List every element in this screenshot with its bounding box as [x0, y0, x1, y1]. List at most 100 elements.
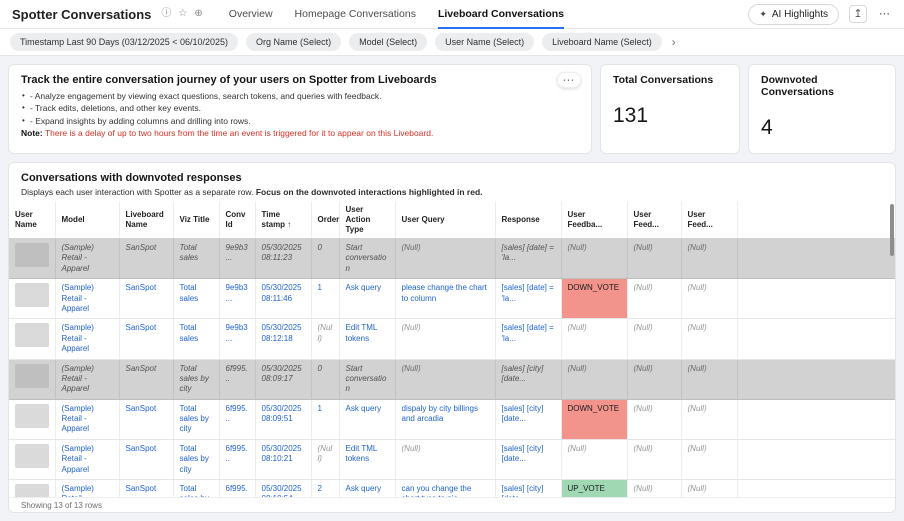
cell-model: (Sample) Retail - Apparel — [55, 239, 119, 279]
ai-highlights-label: AI Highlights — [772, 9, 828, 20]
export-icon[interactable]: ↥ — [849, 5, 867, 23]
star-icon[interactable]: ☆ — [178, 9, 187, 19]
cell-user-action-type-value[interactable]: Edit TML tokens — [346, 444, 378, 463]
ai-highlights-button[interactable]: ✦ AI Highlights — [748, 4, 839, 25]
timestamp-date[interactable]: 05/30/2025 — [262, 404, 305, 414]
column-header-user-feed[interactable]: User Feed... — [627, 202, 681, 239]
cell-user-action-type: Start conversation — [339, 239, 395, 279]
cell-liveboard-name-value[interactable]: SanSpot — [126, 444, 157, 453]
cell-liveboard-name: SanSpot — [119, 239, 173, 279]
vertical-scrollbar-thumb[interactable] — [890, 204, 894, 256]
column-header-response[interactable]: Response — [495, 202, 561, 239]
cell-user-action-type-value[interactable]: Ask query — [346, 484, 382, 493]
cell-user-action-type-value[interactable]: Ask query — [346, 404, 382, 413]
cell-conv-id-value[interactable]: 9e9b3... — [226, 283, 248, 302]
filter-chip-liveboard[interactable]: Liveboard Name (Select) — [542, 33, 662, 51]
filter-chip-org[interactable]: Org Name (Select) — [246, 33, 341, 51]
timestamp-date[interactable]: 05/30/2025 — [262, 484, 305, 494]
filter-chip-timestamp[interactable]: Timestamp Last 90 Days (03/12/2025 < 06/… — [10, 33, 238, 51]
filter-chip-model[interactable]: Model (Select) — [349, 33, 427, 51]
filter-chip-user[interactable]: User Name (Select) — [435, 33, 534, 51]
cell-conv-id-value[interactable]: 9e9b3... — [226, 323, 248, 342]
cell-user-feedback-3-value: (Null) — [688, 364, 707, 373]
cell-response-value[interactable]: [sales] [date] = 'la... — [502, 283, 554, 302]
cell-user-feedback-2: (Null) — [627, 239, 681, 279]
cell-model-value[interactable]: (Sample) Retail - Apparel — [62, 444, 94, 474]
timestamp-time[interactable]: 08:11:46 — [262, 294, 305, 304]
cell-response-value[interactable]: [sales] [city] [date... — [502, 444, 544, 463]
info-icon[interactable]: ⓘ — [161, 9, 171, 19]
cell-conv-id: 9e9b3... — [219, 239, 255, 279]
cell-user-query-value[interactable]: dispaly by city billings and arcadia — [402, 404, 478, 423]
cell-response-value[interactable]: [sales] [date] = 'la... — [502, 323, 554, 342]
timestamp-date[interactable]: 05/30/2025 — [262, 323, 305, 333]
cell-response: [sales] [date] = 'la... — [495, 239, 561, 279]
column-header-viz-title[interactable]: Viz Title — [173, 202, 219, 239]
cell-user-query: (Null) — [395, 439, 495, 479]
column-header-user-feed[interactable]: User Feed... — [681, 202, 737, 239]
tab-overview[interactable]: Overview — [229, 0, 273, 29]
cell-viz-title-value[interactable]: Total sales — [180, 283, 199, 302]
cell-user-feedback-value: (Null) — [568, 364, 587, 373]
top-row: Track the entire conversation journey of… — [8, 64, 896, 154]
cell-order: 0 — [311, 239, 339, 279]
cell-order-value[interactable]: 2 — [318, 484, 322, 493]
cell-conv-id: 9e9b3... — [219, 279, 255, 319]
cell-user-action-type-value[interactable]: Ask query — [346, 283, 382, 292]
cell-viz-title-value[interactable]: Total sales by city — [180, 444, 209, 474]
cell-user-feedback-3: (Null) — [681, 359, 737, 399]
timestamp-date[interactable]: 05/30/2025 — [262, 283, 305, 293]
schedule-icon[interactable]: ⊕ — [194, 9, 202, 19]
column-header-label: Conv Id — [226, 210, 246, 229]
cell-user-query-value[interactable]: please change the chart to column — [402, 283, 487, 302]
cell-user-action-type-value[interactable]: Edit TML tokens — [346, 323, 378, 342]
tab-liveboard-conversations[interactable]: Liveboard Conversations — [438, 0, 564, 29]
filter-overflow-chevron[interactable]: › — [672, 36, 676, 48]
column-header-user-query[interactable]: User Query — [395, 202, 495, 239]
cell-liveboard-name-value[interactable]: SanSpot — [126, 484, 157, 493]
cell-viz-title-value[interactable]: Total sales by city — [180, 404, 209, 434]
cell-user-feedback-3: (Null) — [681, 439, 737, 479]
cell-filler — [737, 319, 895, 359]
topbar-actions: ✦ AI Highlights ↥ ⋯ — [748, 4, 892, 25]
column-header-user-action-type[interactable]: User Action Type — [339, 202, 395, 239]
column-header-liveboard-name[interactable]: Liveboard Name — [119, 202, 173, 239]
column-header-user-feedba[interactable]: User Feedba... — [561, 202, 627, 239]
column-header-time-stamp[interactable]: Time stamp ↑ — [255, 202, 311, 239]
cell-liveboard-name-value[interactable]: SanSpot — [126, 283, 157, 292]
table-body: (Sample) Retail - Apparel SanSpot Total sa… — [9, 239, 895, 514]
cell-response-value[interactable]: [sales] [city] [date... — [502, 404, 544, 423]
cell-user-query: please change the chart to column — [395, 279, 495, 319]
cell-viz-title: Total sales — [173, 319, 219, 359]
cell-liveboard-name-value[interactable]: SanSpot — [126, 404, 157, 413]
cell-model-value[interactable]: (Sample) Retail - Apparel — [62, 404, 94, 434]
info-note-label: Note: — [21, 128, 43, 138]
cell-order-value[interactable]: 1 — [318, 404, 322, 413]
cell-liveboard-name-value: SanSpot — [126, 364, 157, 373]
tab-homepage-conversations[interactable]: Homepage Conversations — [295, 0, 416, 29]
cell-liveboard-name-value[interactable]: SanSpot — [126, 323, 157, 332]
more-menu-button[interactable]: ⋯ — [877, 8, 892, 21]
cell-user-feedback: (Null) — [561, 359, 627, 399]
cell-model-value: (Sample) Retail - Apparel — [62, 364, 94, 394]
cell-order-value[interactable]: 1 — [318, 283, 322, 292]
column-header-conv-id[interactable]: Conv Id — [219, 202, 255, 239]
cell-liveboard-name: SanSpot — [119, 279, 173, 319]
cell-conv-id-value[interactable]: 6f995... — [226, 444, 248, 463]
timestamp-time[interactable]: 08:12:18 — [262, 334, 305, 344]
filter-chips: Timestamp Last 90 Days (03/12/2025 < 06/… — [10, 33, 662, 51]
cell-viz-title-value[interactable]: Total sales — [180, 323, 199, 342]
timestamp-time[interactable]: 08:09:51 — [262, 414, 305, 424]
info-card-more-button[interactable]: ⋯ — [557, 72, 581, 88]
cell-model-value[interactable]: (Sample) Retail - Apparel — [62, 323, 94, 353]
cell-user-feedback-value: (Null) — [568, 444, 587, 453]
column-header-order[interactable]: Order — [311, 202, 339, 239]
column-header-model[interactable]: Model — [55, 202, 119, 239]
cell-model-value[interactable]: (Sample) Retail - Apparel — [62, 283, 94, 313]
column-header-user-name[interactable]: User Name — [9, 202, 55, 239]
timestamp-time[interactable]: 08:10:21 — [262, 454, 305, 464]
timestamp-date[interactable]: 05/30/2025 — [262, 444, 305, 454]
cell-conv-id-value[interactable]: 6f995... — [226, 404, 248, 423]
cell-model-value: (Sample) Retail - Apparel — [62, 243, 94, 273]
cell-user-query: (Null) — [395, 319, 495, 359]
